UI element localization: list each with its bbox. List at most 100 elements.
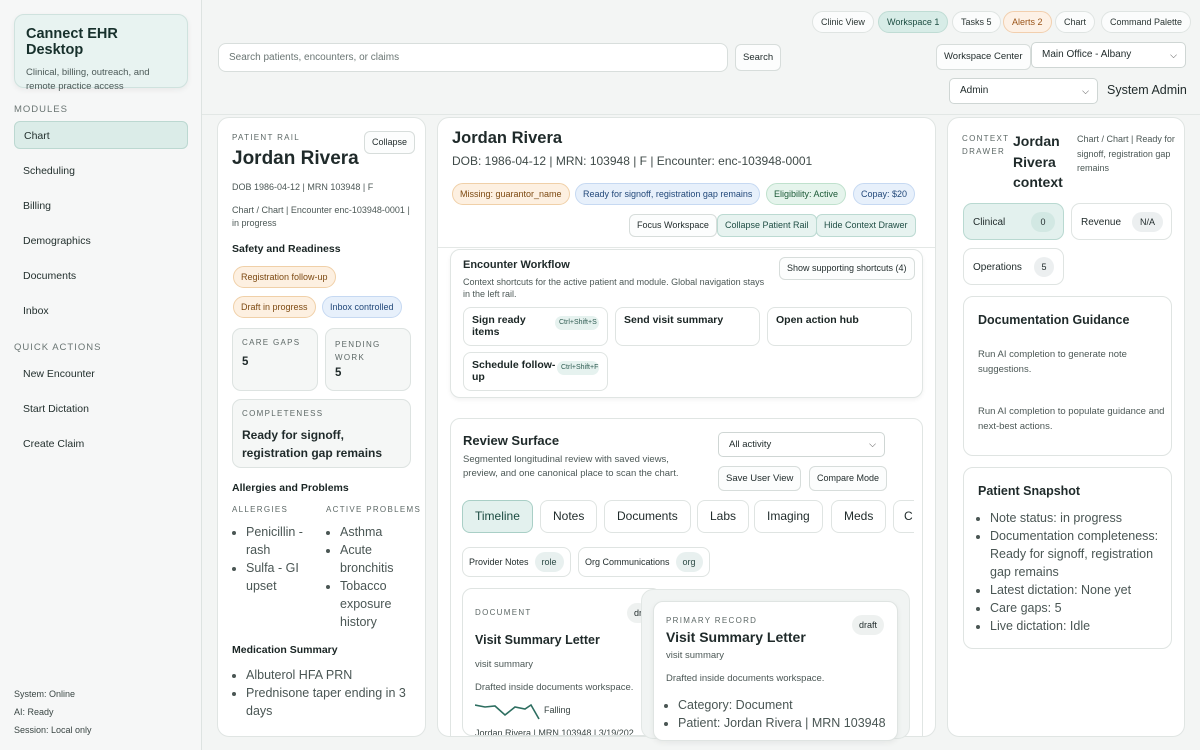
pending-label: PENDING WORK: [335, 340, 381, 362]
tab-notes[interactable]: Notes: [540, 500, 598, 533]
sidebar-item-demographics[interactable]: Demographics: [14, 227, 188, 255]
safety-title: Safety and Readiness: [232, 243, 341, 255]
sidebar: Cannect EHR Desktop Clinical, billing, o…: [0, 0, 202, 750]
primary-title: Visit Summary Letter: [666, 629, 806, 645]
snapshot-list: Note status: in progress Documentation c…: [976, 509, 1166, 635]
problems-list: Asthma Acute bronchitis Tobacco exposure…: [326, 523, 416, 631]
list-item: Acute bronchitis: [340, 541, 416, 577]
guidance-title: Documentation Guidance: [978, 313, 1130, 327]
documentation-guidance-panel: Documentation Guidance Run AI completion…: [963, 296, 1172, 456]
header-divider: [438, 247, 935, 248]
workspace-center-button[interactable]: Workspace Center: [936, 44, 1031, 70]
list-item: Latest dictation: None yet: [990, 581, 1166, 599]
action-label: Sign ready items: [472, 314, 526, 338]
chart-button[interactable]: Chart: [1055, 11, 1096, 33]
provider-notes-filter[interactable]: Provider Notes role: [462, 547, 571, 577]
quick-actions-heading: QUICK ACTIONS: [14, 342, 102, 353]
workflow-title: Encounter Workflow: [463, 259, 570, 271]
tab-overflow[interactable]: C: [893, 500, 914, 533]
sidebar-item-documents[interactable]: Documents: [14, 262, 188, 290]
clinical-stat[interactable]: Clinical 0: [963, 203, 1064, 240]
create-claim-button[interactable]: Create Claim: [14, 430, 188, 458]
alerts-button[interactable]: Alerts 2: [1003, 11, 1052, 33]
header-patient-name: Jordan Rivera: [452, 129, 563, 147]
tab-meds[interactable]: Meds: [831, 500, 887, 533]
primary-record-card[interactable]: PRIMARY RECORD draft Visit Summary Lette…: [653, 601, 898, 741]
open-action-hub-button[interactable]: Open action hub: [767, 307, 912, 346]
drawer-status: Chart / Chart | Ready for signoff, regis…: [1077, 134, 1175, 173]
snapshot-title: Patient Snapshot: [978, 484, 1081, 498]
search-button[interactable]: Search: [735, 44, 782, 71]
review-title: Review Surface: [463, 433, 560, 448]
tab-labs[interactable]: Labs: [697, 500, 750, 533]
action-label: Schedule follow-up: [472, 359, 556, 383]
sidebar-item-scheduling[interactable]: Scheduling: [14, 157, 188, 185]
encounter-workflow-panel: Encounter Workflow Context shortcuts for…: [450, 249, 923, 398]
problems-label: ACTIVE PROBLEMS: [326, 505, 422, 514]
activity-filter-select[interactable]: All activity ⌵: [718, 432, 885, 457]
workspace-button[interactable]: Workspace 1: [878, 11, 949, 33]
document-card[interactable]: DOCUMENT dr Visit Summary Letter visit s…: [462, 588, 662, 736]
start-dictation-button[interactable]: Start Dictation: [14, 395, 188, 423]
tab-timeline[interactable]: Timeline: [462, 500, 533, 533]
action-label: Send visit summary: [624, 314, 724, 326]
tab-imaging[interactable]: Imaging: [754, 500, 823, 533]
system-status: System: Online: [14, 689, 76, 699]
patient-name: Jordan Rivera: [232, 148, 359, 169]
document-footer: Jordan Rivera | MRN 103948 | 3/19/202: [475, 728, 634, 736]
operations-stat[interactable]: Operations 5: [963, 248, 1064, 285]
sidebar-item-inbox[interactable]: Inbox: [14, 297, 188, 325]
collapse-patient-rail-button[interactable]: Collapse Patient Rail: [717, 214, 817, 237]
org-communications-filter[interactable]: Org Communications org: [578, 547, 710, 577]
header-patient-meta: DOB: 1986-04-12 | MRN: 103948 | F | Enco…: [452, 154, 813, 168]
revenue-stat[interactable]: Revenue N/A: [1071, 203, 1172, 240]
focus-workspace-button[interactable]: Focus Workspace: [629, 214, 717, 237]
chevron-down-icon: ⌵: [1170, 50, 1177, 60]
session-status: Session: Local only: [14, 725, 92, 735]
missing-guarantor-tag: Missing: guarantor_name: [452, 183, 570, 205]
list-item: Category: Document: [678, 696, 894, 714]
schedule-follow-up-button[interactable]: Schedule follow-up Ctrl+Shift+F: [463, 352, 608, 391]
topbar-divider: [202, 114, 1200, 115]
trend-label: Falling: [544, 705, 571, 715]
allergies-title: Allergies and Problems: [232, 482, 349, 494]
command-palette-button[interactable]: Command Palette: [1101, 11, 1192, 33]
review-description: Segmented longitudinal review with saved…: [463, 454, 679, 479]
tab-documents[interactable]: Documents: [604, 500, 691, 533]
guidance-text: Run AI completion to populate guidance a…: [978, 406, 1165, 432]
search-input[interactable]: Search patients, encounters, or claims: [218, 43, 728, 72]
copay-tag: Copay: $20: [853, 183, 916, 205]
care-gaps-label: CARE GAPS: [242, 338, 301, 347]
location-value: Main Office - Albany: [1042, 49, 1132, 60]
save-user-view-button[interactable]: Save User View: [718, 466, 802, 491]
pending-work-box: PENDING WORK 5: [325, 328, 411, 391]
compare-mode-button[interactable]: Compare Mode: [809, 466, 888, 491]
list-item: Asthma: [340, 523, 416, 541]
patient-rail-label: PATIENT RAIL: [232, 133, 301, 142]
stat-value: N/A: [1132, 212, 1163, 232]
meds-list: Albuterol HFA PRN Prednisone taper endin…: [232, 666, 414, 720]
allergies-label: ALLERGIES: [232, 505, 289, 514]
collapse-rail-button[interactable]: Collapse: [364, 131, 416, 154]
inbox-tag: Inbox controlled: [322, 296, 402, 318]
sidebar-item-chart[interactable]: Chart: [14, 121, 188, 149]
sign-ready-items-button[interactable]: Sign ready items Ctrl+Shift+S: [463, 307, 608, 346]
context-drawer: CONTEXT DRAWER Jordan Rivera context Cha…: [947, 117, 1185, 737]
stat-label: Clinical: [973, 217, 1006, 228]
location-select[interactable]: Main Office - Albany ⌵: [1031, 42, 1186, 68]
clinic-view-button[interactable]: Clinic View: [812, 11, 874, 33]
completeness-label: COMPLETENESS: [242, 409, 324, 418]
new-encounter-button[interactable]: New Encounter: [14, 360, 188, 388]
registration-tag: Registration follow-up: [233, 266, 336, 288]
document-type: visit summary: [475, 659, 534, 670]
stat-label: Operations: [973, 262, 1022, 273]
activity-filter-value: All activity: [729, 439, 772, 450]
tasks-button[interactable]: Tasks 5: [952, 11, 1001, 33]
show-shortcuts-button[interactable]: Show supporting shortcuts (4): [779, 257, 915, 280]
sidebar-item-billing[interactable]: Billing: [14, 192, 188, 220]
send-visit-summary-button[interactable]: Send visit summary: [615, 307, 760, 346]
stat-label: Revenue: [1081, 217, 1122, 228]
role-select[interactable]: Admin ⌵: [949, 78, 1098, 104]
list-item: Care gaps: 5: [990, 599, 1166, 617]
hide-context-drawer-button[interactable]: Hide Context Drawer: [816, 214, 916, 237]
